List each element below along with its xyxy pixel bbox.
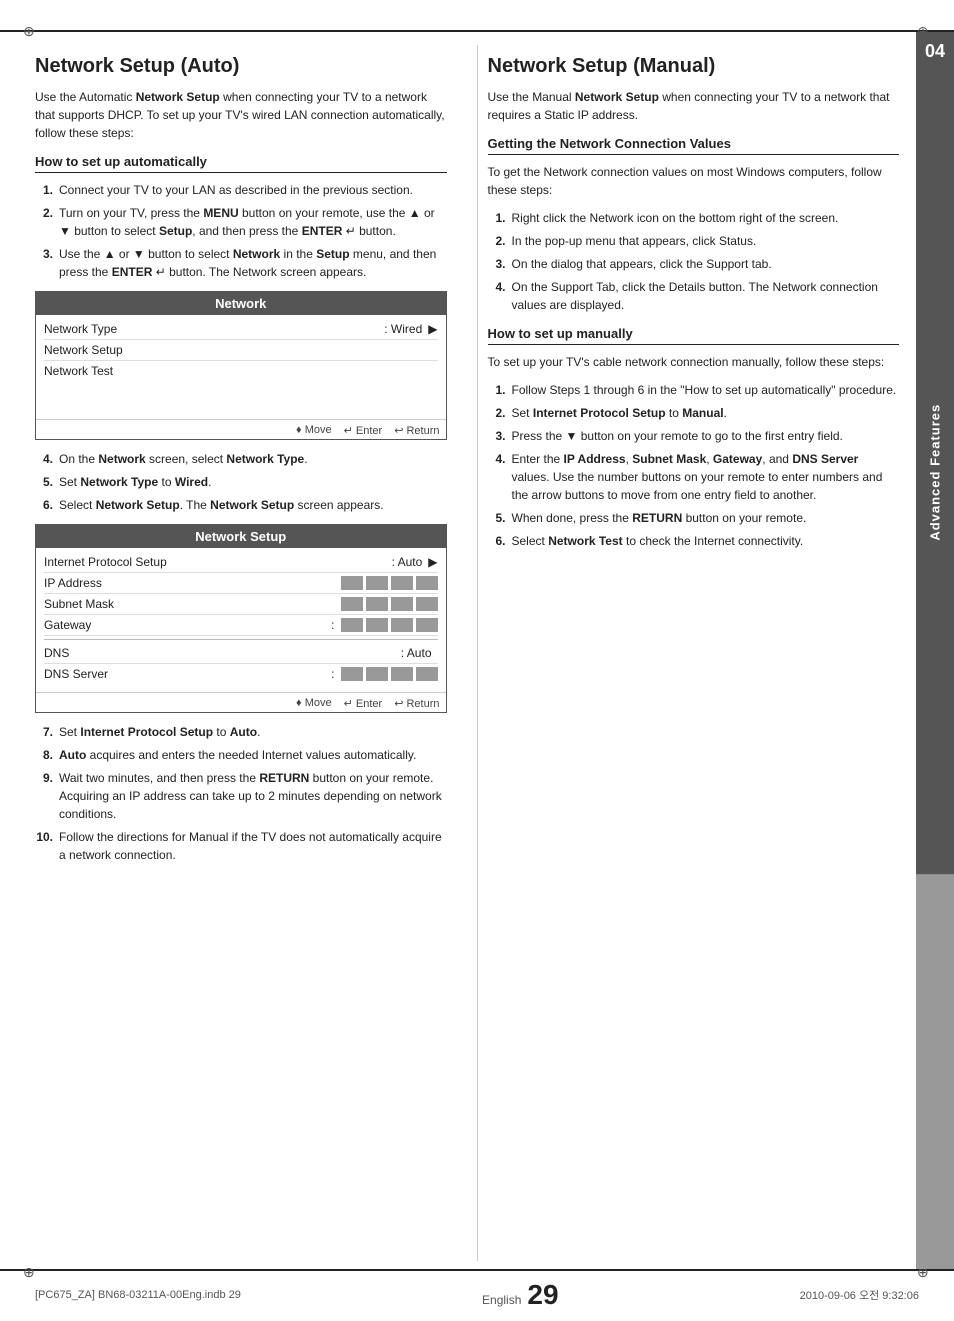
step-item: 3. Press the ▼ button on your remote to … xyxy=(488,427,900,445)
network-setup-box-body: Internet Protocol Setup : Auto ▶ IP Addr… xyxy=(36,548,446,692)
step-item: 3. Use the ▲ or ▼ button to select Netwo… xyxy=(35,245,447,281)
network-box-body: Network Type : Wired ▶ Network Setup Net… xyxy=(36,315,446,419)
subsection-getting-intro: To get the Network connection values on … xyxy=(488,163,900,199)
step-item: 1. Right click the Network icon on the b… xyxy=(488,209,900,227)
step-item: 9. Wait two minutes, and then press the … xyxy=(35,769,447,823)
subsection-getting-title: Getting the Network Connection Values xyxy=(488,136,900,155)
footer-right-text: 2010-09-06 오전 9:32:06 xyxy=(800,1287,919,1303)
step-item: 2. In the pop-up menu that appears, clic… xyxy=(488,232,900,250)
network-row: IP Address xyxy=(44,573,438,594)
chapter-number: 04 xyxy=(916,32,954,70)
step-item: 7. Set Internet Protocol Setup to Auto. xyxy=(35,723,447,741)
step-item: 4. On the Network screen, select Network… xyxy=(35,450,447,468)
step-item: 1. Connect your TV to your LAN as descri… xyxy=(35,181,447,199)
network-row: Subnet Mask xyxy=(44,594,438,615)
network-row: Gateway : xyxy=(44,615,438,636)
right-section-intro: Use the Manual Network Setup when connec… xyxy=(488,88,900,124)
steps-list-2: 4. On the Network screen, select Network… xyxy=(35,450,447,514)
bottom-border xyxy=(0,1269,954,1271)
content-area: Network Setup (Auto) Use the Automatic N… xyxy=(35,45,899,1261)
page-container: 04 Advanced Features Network Setup (Auto… xyxy=(0,0,954,1321)
subsection-manual-intro: To set up your TV's cable network connec… xyxy=(488,353,900,371)
step-item: 5. Set Network Type to Wired. xyxy=(35,473,447,491)
dns-separator xyxy=(44,639,438,640)
right-section-title: Network Setup (Manual) xyxy=(488,55,900,78)
network-row: DNS Server : xyxy=(44,664,438,684)
right-sidebar: 04 Advanced Features xyxy=(916,32,954,1269)
footer-left-text: [PC675_ZA] BN68-03211A-00Eng.indb 29 xyxy=(35,1289,241,1301)
step-item: 3. On the dialog that appears, click the… xyxy=(488,255,900,273)
top-border xyxy=(0,30,954,32)
network-box: Network Network Type : Wired ▶ Network S… xyxy=(35,291,447,440)
steps-list-1: 1. Connect your TV to your LAN as descri… xyxy=(35,181,447,281)
step-item: 8. Auto acquires and enters the needed I… xyxy=(35,746,447,764)
step-item: 6. Select Network Setup. The Network Set… xyxy=(35,496,447,514)
network-setup-box: Network Setup Internet Protocol Setup : … xyxy=(35,524,447,713)
network-setup-box-title: Network Setup xyxy=(36,525,446,548)
right-steps-list-2: 1. Follow Steps 1 through 6 in the "How … xyxy=(488,381,900,550)
english-label: English xyxy=(482,1293,521,1307)
network-setup-box-footer: ♦ Move ↵ Enter ↩ Return xyxy=(36,692,446,712)
network-row: Network Test xyxy=(44,361,438,411)
step-item: 2. Set Internet Protocol Setup to Manual… xyxy=(488,404,900,422)
network-box-title: Network xyxy=(36,292,446,315)
step-item: 10. Follow the directions for Manual if … xyxy=(35,828,447,864)
step-item: 4. On the Support Tab, click the Details… xyxy=(488,278,900,314)
network-row: Network Setup xyxy=(44,340,438,361)
page-number: 29 xyxy=(527,1281,558,1309)
step-item: 1. Follow Steps 1 through 6 in the "How … xyxy=(488,381,900,399)
step-item: 6. Select Network Test to check the Inte… xyxy=(488,532,900,550)
sidebar-decoration xyxy=(916,875,954,1269)
page-number-area: English 29 xyxy=(482,1281,559,1309)
right-steps-list-1: 1. Right click the Network icon on the b… xyxy=(488,209,900,314)
subsection-manual-title: How to set up manually xyxy=(488,326,900,345)
step-item: 5. When done, press the RETURN button on… xyxy=(488,509,900,527)
network-row: Network Type : Wired ▶ xyxy=(44,319,438,340)
sidebar-label: Advanced Features xyxy=(916,70,954,875)
left-section-title: Network Setup (Auto) xyxy=(35,55,447,78)
left-column: Network Setup (Auto) Use the Automatic N… xyxy=(35,45,457,1261)
subsection-auto-title: How to set up automatically xyxy=(35,154,447,173)
network-row: DNS : Auto xyxy=(44,643,438,664)
step-item: 2. Turn on your TV, press the MENU butto… xyxy=(35,204,447,240)
network-box-footer: ♦ Move ↵ Enter ↩ Return xyxy=(36,419,446,439)
crosshair-tl xyxy=(23,23,37,37)
crosshair-bl xyxy=(23,1264,37,1278)
network-row: Internet Protocol Setup : Auto ▶ xyxy=(44,552,438,573)
left-section-intro: Use the Automatic Network Setup when con… xyxy=(35,88,447,142)
steps-list-3: 7. Set Internet Protocol Setup to Auto. … xyxy=(35,723,447,864)
step-item: 4. Enter the IP Address, Subnet Mask, Ga… xyxy=(488,450,900,504)
right-column: Network Setup (Manual) Use the Manual Ne… xyxy=(477,45,900,1261)
page-footer: [PC675_ZA] BN68-03211A-00Eng.indb 29 Eng… xyxy=(0,1281,954,1309)
